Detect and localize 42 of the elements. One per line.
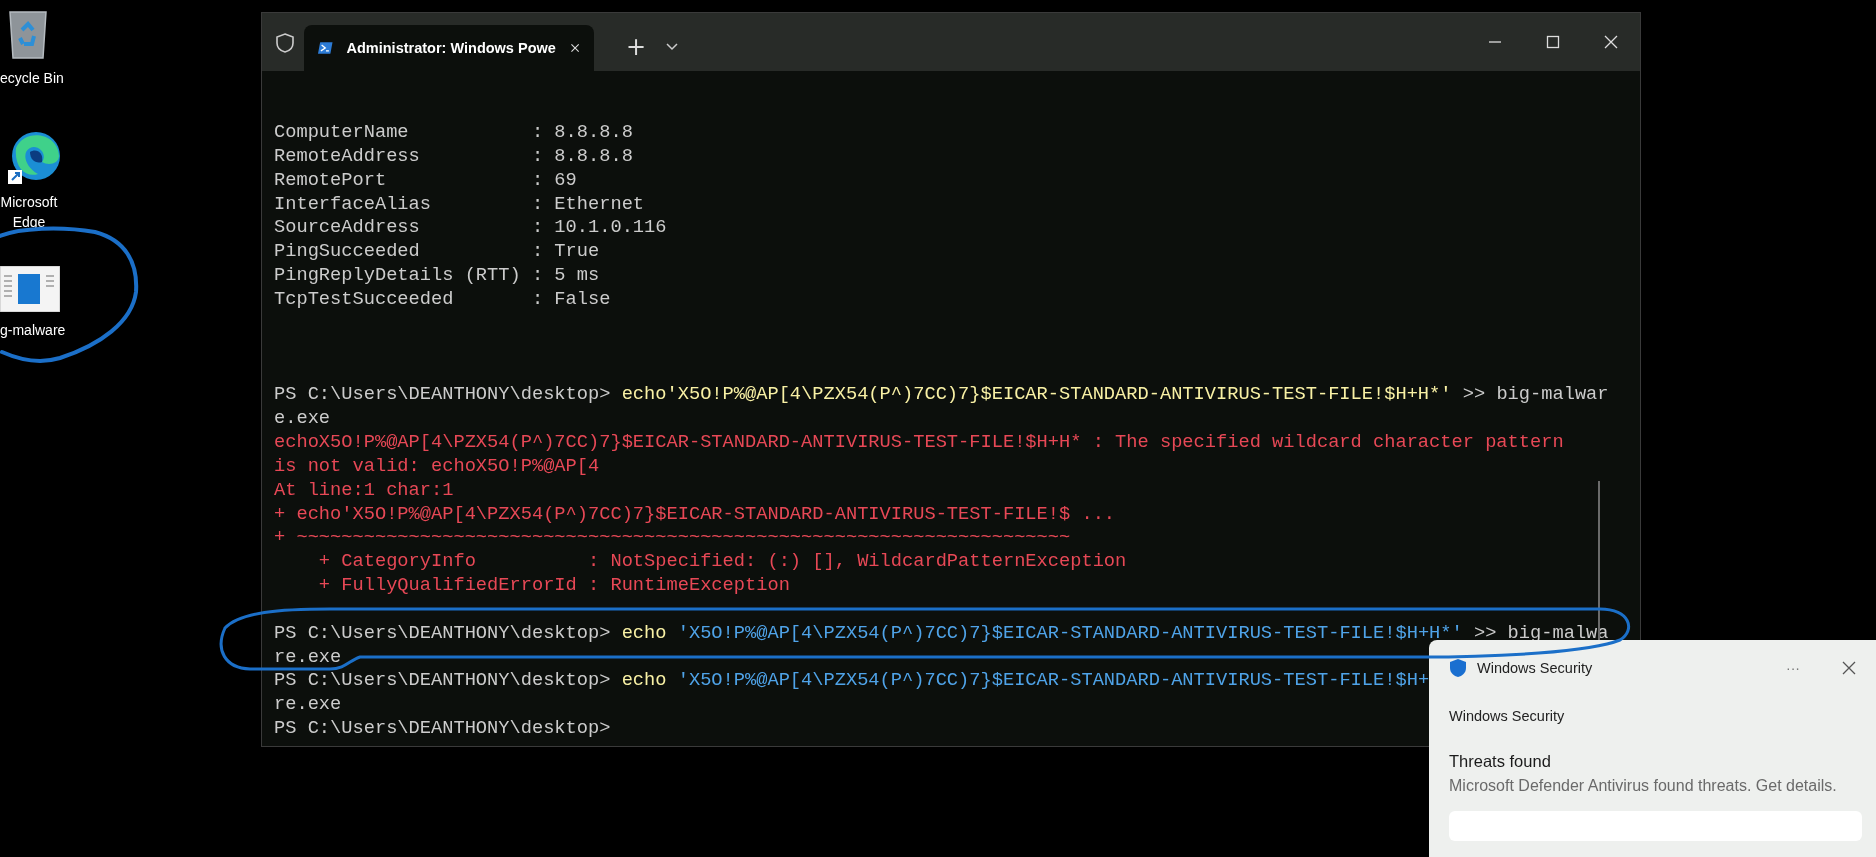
shield-icon[interactable]	[276, 33, 294, 53]
recycle-bin-icon[interactable]	[8, 8, 48, 60]
notification-source: Windows Security	[1449, 708, 1566, 724]
output-line: RemoteAddress : 8.8.8.8	[274, 144, 633, 169]
prompt-line: re.exe	[274, 693, 342, 718]
desktop-icon-label: g-malware	[0, 321, 67, 340]
powershell-icon	[318, 40, 333, 56]
prompt-line: PS C:\Users\DEANTHONY\desktop> echo'X5O!P%@AP[4\PZX54(P^)7CC)7}$EICAR-STANDARD-ANTIVIRUS-TEST-FILE!$H+H*' >> big-malwar	[274, 383, 1609, 408]
error-line: is not valid: echoX5O!P%@AP[4	[274, 454, 600, 479]
output-line: InterfaceAlias : Ethernet	[274, 192, 645, 217]
close-icon[interactable]	[1842, 661, 1856, 675]
maximize-icon[interactable]	[1546, 35, 1560, 49]
prompt-line: PS C:\Users\DEANTHONY\desktop> echo 'X5O!P%@AP[4\PZX54(P^)7CC)7}$EICAR-STANDARD-ANTIVIRUS-TEST-FILE!$H+	[274, 669, 1430, 694]
prompt-line: PS C:\Users\DEANTHONY\desktop> echo 'X5O!P%@AP[4\PZX54(P^)7CC)7}$EICAR-STANDARD-ANTIVIRUS-TEST-FILE!$H+H*' >> big-malwa	[274, 621, 1609, 646]
more-options-button[interactable]: ···	[1782, 660, 1804, 676]
output-line: SourceAddress : 10.1.0.116	[274, 216, 667, 241]
notification-message: Microsoft Defender Antivirus found threats. Get details.	[1449, 776, 1838, 796]
error-line: + CategoryInfo : NotSpecified: (:) [], WildcardPatternException	[317, 550, 1127, 575]
error-line: echoX5O!P%@AP[4\PZX54(P^)7CC)7}$EICAR-STANDARD-ANTIVIRUS-TEST-FILE!$H+H* : The specified wildcard character pattern	[274, 430, 1564, 455]
document-icon[interactable]	[0, 266, 60, 312]
prompt-line: e.exe	[274, 407, 331, 431]
caret-icon[interactable]	[666, 43, 679, 51]
output-line: PingReplyDetails (RTT) : 5 ms	[274, 264, 600, 288]
error-line: + FullyQualifiedErrorId : RuntimeException	[317, 574, 790, 598]
desktop-icon-label: Microsoft Edge	[0, 193, 59, 232]
output-line: RemotePort : 69	[274, 168, 577, 193]
output-line: PingSucceeded : True	[274, 240, 600, 265]
new-tab-button[interactable]: +	[620, 33, 653, 61]
error-line: + ~~~~~~~~~~~~~~~~~~~~~~~~~~~~~~~~~~~~~~~~~~~~~~~~~~~~~~~~~~~~~~~~~~~~~	[274, 526, 1071, 551]
close-icon[interactable]	[569, 41, 580, 55]
prompt-line: PS C:\Users\DEANTHONY\desktop>	[274, 717, 611, 741]
error-line: + echo'X5O!P%@AP[4\PZX54(P^)7CC)7}$EICAR-STANDARD-ANTIVIRUS-TEST-FILE!$ ...	[274, 502, 1116, 527]
browser-icon[interactable]	[8, 130, 60, 184]
output-line: ComputerName : 8.8.8.8	[274, 121, 633, 145]
prompt-line: re.exe	[274, 645, 342, 670]
shield-icon	[1449, 658, 1467, 678]
error-line: At line:1 char:1	[274, 478, 454, 503]
output-line: TcpTestSucceeded : False	[274, 287, 611, 312]
terminal-tab[interactable]: Administrator: Windows Powe	[304, 25, 594, 71]
notification-title: Threats found	[1449, 752, 1552, 771]
desktop-icon-label: ecycle Bin	[0, 69, 65, 88]
app-name: Windows Security	[1477, 660, 1593, 676]
